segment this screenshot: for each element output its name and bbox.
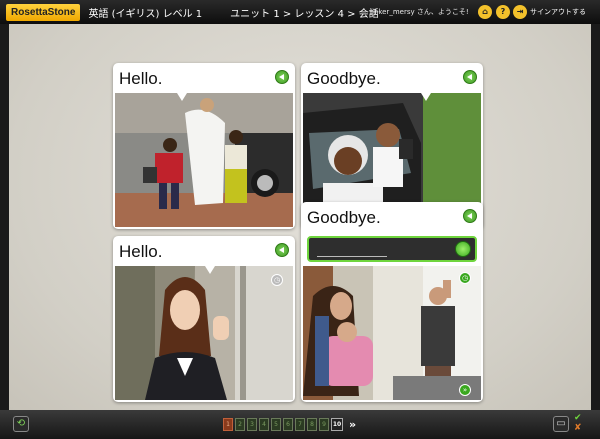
checkmark-icon: ✔: [574, 413, 582, 423]
chat-icon[interactable]: ▭: [553, 416, 569, 432]
microphone-icon[interactable]: [455, 241, 471, 257]
speaker-icon[interactable]: [463, 70, 477, 84]
image-card-1[interactable]: Hello.: [113, 63, 295, 229]
breadcrumb: ユニット 1 > レッスン 4 > 会話: [230, 8, 379, 20]
next-arrow-icon[interactable]: »: [459, 384, 471, 396]
next-screen-button[interactable]: »: [349, 418, 356, 431]
rosetta-stone-logo: RosettaStone: [6, 3, 81, 21]
speaker-icon[interactable]: [275, 70, 289, 84]
page-indicator-4[interactable]: 4: [259, 418, 269, 431]
help-icon[interactable]: ?: [496, 5, 510, 19]
cross-icon: ✘: [574, 423, 582, 433]
answer-underline: [317, 256, 387, 257]
caption-bubble-tail: [421, 93, 431, 101]
speaker-icon[interactable]: [463, 209, 477, 223]
page-indicator-10[interactable]: 10: [331, 418, 343, 431]
caption-bubble-tail: [205, 266, 215, 274]
page-indicator-8[interactable]: 8: [307, 418, 317, 431]
card-caption: Goodbye.: [307, 69, 381, 88]
replay-icon[interactable]: ◷: [459, 272, 471, 284]
page-indicator-5[interactable]: 5: [271, 418, 281, 431]
bottom-bar: ⟲ 1 2 3 4 5 6 7 8 9 10 » ▭ ✔ ✘: [0, 410, 600, 439]
page-indicator-7[interactable]: 7: [295, 418, 305, 431]
replay-icon[interactable]: ◷: [271, 274, 283, 286]
page-indicator-9[interactable]: 9: [319, 418, 329, 431]
photo-family-at-door: [303, 266, 481, 400]
answer-field[interactable]: [307, 236, 477, 262]
signout-link[interactable]: サインアウトする: [530, 7, 586, 17]
user-greeting: linker_mersy さん、ようこそ!: [370, 8, 469, 16]
page-indicator-6[interactable]: 6: [283, 418, 293, 431]
caption-bubble-tail: [177, 93, 187, 101]
page-indicator-3[interactable]: 3: [247, 418, 257, 431]
photo-man-and-children: [115, 93, 293, 227]
image-card-4[interactable]: Goodbye. ◷ »: [301, 202, 483, 402]
card-caption: Hello.: [119, 69, 163, 88]
card-caption: Hello.: [119, 242, 163, 261]
screen-pager: 1 2 3 4 5 6 7 8 9 10 »: [223, 418, 356, 431]
page-indicator-1[interactable]: 1: [223, 418, 233, 431]
card-caption: Goodbye.: [307, 208, 381, 227]
lesson-stage: Hello. Goodbye. Hello. ◷ Goodbye. ◷ »: [9, 24, 591, 410]
lesson-menu-icon[interactable]: ⟲: [13, 416, 29, 432]
photo-woman-waving: [115, 266, 293, 400]
top-bar: RosettaStone 英語 (イギリス) レベル 1 ユニット 1 > レッ…: [0, 0, 600, 24]
course-title: 英語 (イギリス) レベル 1: [88, 8, 203, 20]
speaker-icon[interactable]: [275, 243, 289, 257]
image-card-3[interactable]: Hello. ◷: [113, 236, 295, 402]
home-icon[interactable]: ⌂: [478, 5, 492, 19]
signout-icon[interactable]: ⇥: [513, 5, 527, 19]
page-indicator-2[interactable]: 2: [235, 418, 245, 431]
